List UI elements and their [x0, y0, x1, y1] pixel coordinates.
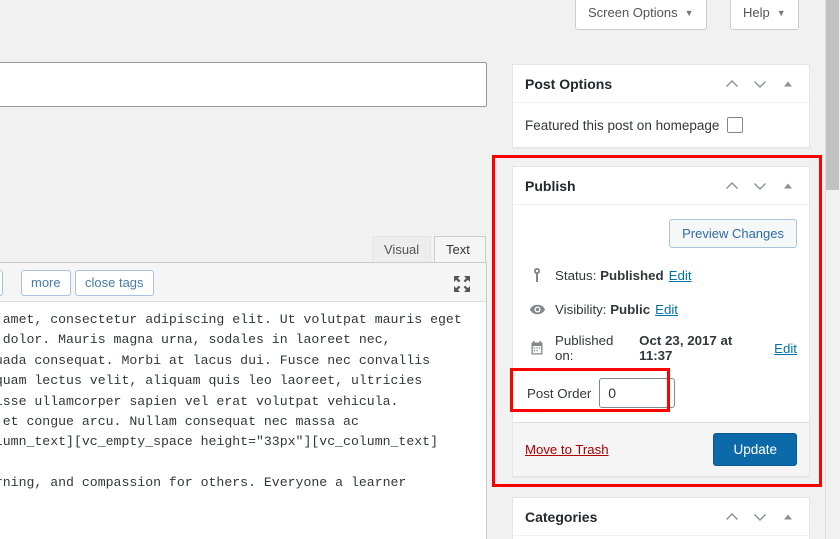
move-up-icon[interactable] [719, 502, 745, 532]
eye-icon [527, 299, 547, 319]
post-content-editor: Visual Text de more close tags it amet, … [0, 224, 487, 539]
visibility-row: Visibility: Public Edit [525, 294, 797, 328]
editor-mode-tabs: Visual Text [0, 224, 487, 262]
publish-panel: Publish Preview Changes [512, 166, 810, 477]
panel-controls [719, 498, 801, 536]
help-label: Help [743, 5, 770, 20]
collapse-toggle-icon[interactable] [775, 502, 801, 532]
collapse-toggle-icon[interactable] [775, 69, 801, 99]
post-title-input[interactable] [0, 62, 487, 107]
status-value: Published [600, 268, 664, 283]
post-order-row: Post Order [525, 372, 797, 422]
screen-options-button[interactable]: Screen Options ▼ [575, 0, 707, 30]
edit-visibility-link[interactable]: Edit [655, 302, 678, 317]
post-order-label: Post Order [527, 386, 591, 401]
status-label: Status: [555, 268, 596, 283]
post-options-body: Featured this post on homepage [513, 103, 809, 147]
pin-icon [527, 265, 547, 285]
tab-text[interactable]: Text [434, 236, 486, 262]
preview-changes-button[interactable]: Preview Changes [669, 219, 797, 248]
quicktag-more-button[interactable]: more [21, 270, 71, 296]
screen-options-label: Screen Options [588, 5, 678, 20]
update-button[interactable]: Update [713, 433, 797, 466]
quicktag-close-tags-button[interactable]: close tags [75, 270, 154, 296]
move-down-icon[interactable] [747, 171, 773, 201]
visibility-value: Public [610, 302, 650, 317]
chevron-down-icon: ▼ [777, 9, 786, 18]
post-options-panel: Post Options Featured this post on homep… [512, 64, 810, 148]
post-order-input[interactable] [599, 378, 675, 408]
featured-post-checkbox[interactable] [727, 117, 743, 133]
fullscreen-icon[interactable] [452, 274, 472, 294]
visibility-label: Visibility: [555, 302, 606, 317]
move-up-icon[interactable] [719, 69, 745, 99]
move-down-icon[interactable] [747, 69, 773, 99]
quicktag-code-button[interactable]: de [0, 270, 3, 296]
admin-topbar: Screen Options ▼ Help ▼ [0, 0, 840, 46]
move-to-trash-link[interactable]: Move to Trash [525, 442, 609, 457]
categories-panel: Categories [512, 497, 810, 539]
featured-post-label: Featured this post on homepage [525, 118, 719, 133]
editor-textarea[interactable]: it amet, consectetur adipiscing elit. Ut… [0, 302, 487, 539]
publish-body: Preview Changes Status: Published Edit V… [513, 205, 809, 422]
published-on-row: Published on: Oct 23, 2017 at 11:37 Edit [525, 328, 797, 372]
calendar-icon [527, 338, 547, 358]
categories-header: Categories [513, 498, 809, 536]
publish-footer: Move to Trash Update [513, 422, 809, 476]
panel-controls [719, 167, 801, 205]
collapse-toggle-icon[interactable] [775, 171, 801, 201]
editor-quicktags-toolbar: de more close tags [0, 262, 487, 302]
post-options-title: Post Options [525, 76, 612, 92]
page-scrollbar-track[interactable] [825, 0, 840, 539]
edit-status-link[interactable]: Edit [669, 268, 692, 283]
publish-header: Publish [513, 167, 809, 205]
preview-row: Preview Changes [525, 215, 797, 260]
tab-visual[interactable]: Visual [372, 236, 431, 262]
published-on-value: Oct 23, 2017 at 11:37 [639, 333, 769, 363]
move-down-icon[interactable] [747, 502, 773, 532]
move-up-icon[interactable] [719, 171, 745, 201]
status-row: Status: Published Edit [525, 260, 797, 294]
panel-controls [719, 65, 801, 103]
publish-title: Publish [525, 178, 576, 194]
categories-title: Categories [525, 509, 597, 525]
wordpress-post-editor-screen: Screen Options ▼ Help ▼ Visual Text de mor… [0, 0, 840, 539]
help-button[interactable]: Help ▼ [730, 0, 799, 30]
page-scrollbar-thumb[interactable] [826, 0, 839, 190]
post-options-header: Post Options [513, 65, 809, 103]
edit-published-on-link[interactable]: Edit [774, 341, 797, 356]
editor-content-text: it amet, consectetur adipiscing elit. Ut… [0, 310, 486, 494]
published-on-label: Published on: [555, 333, 635, 363]
chevron-down-icon: ▼ [685, 9, 694, 18]
